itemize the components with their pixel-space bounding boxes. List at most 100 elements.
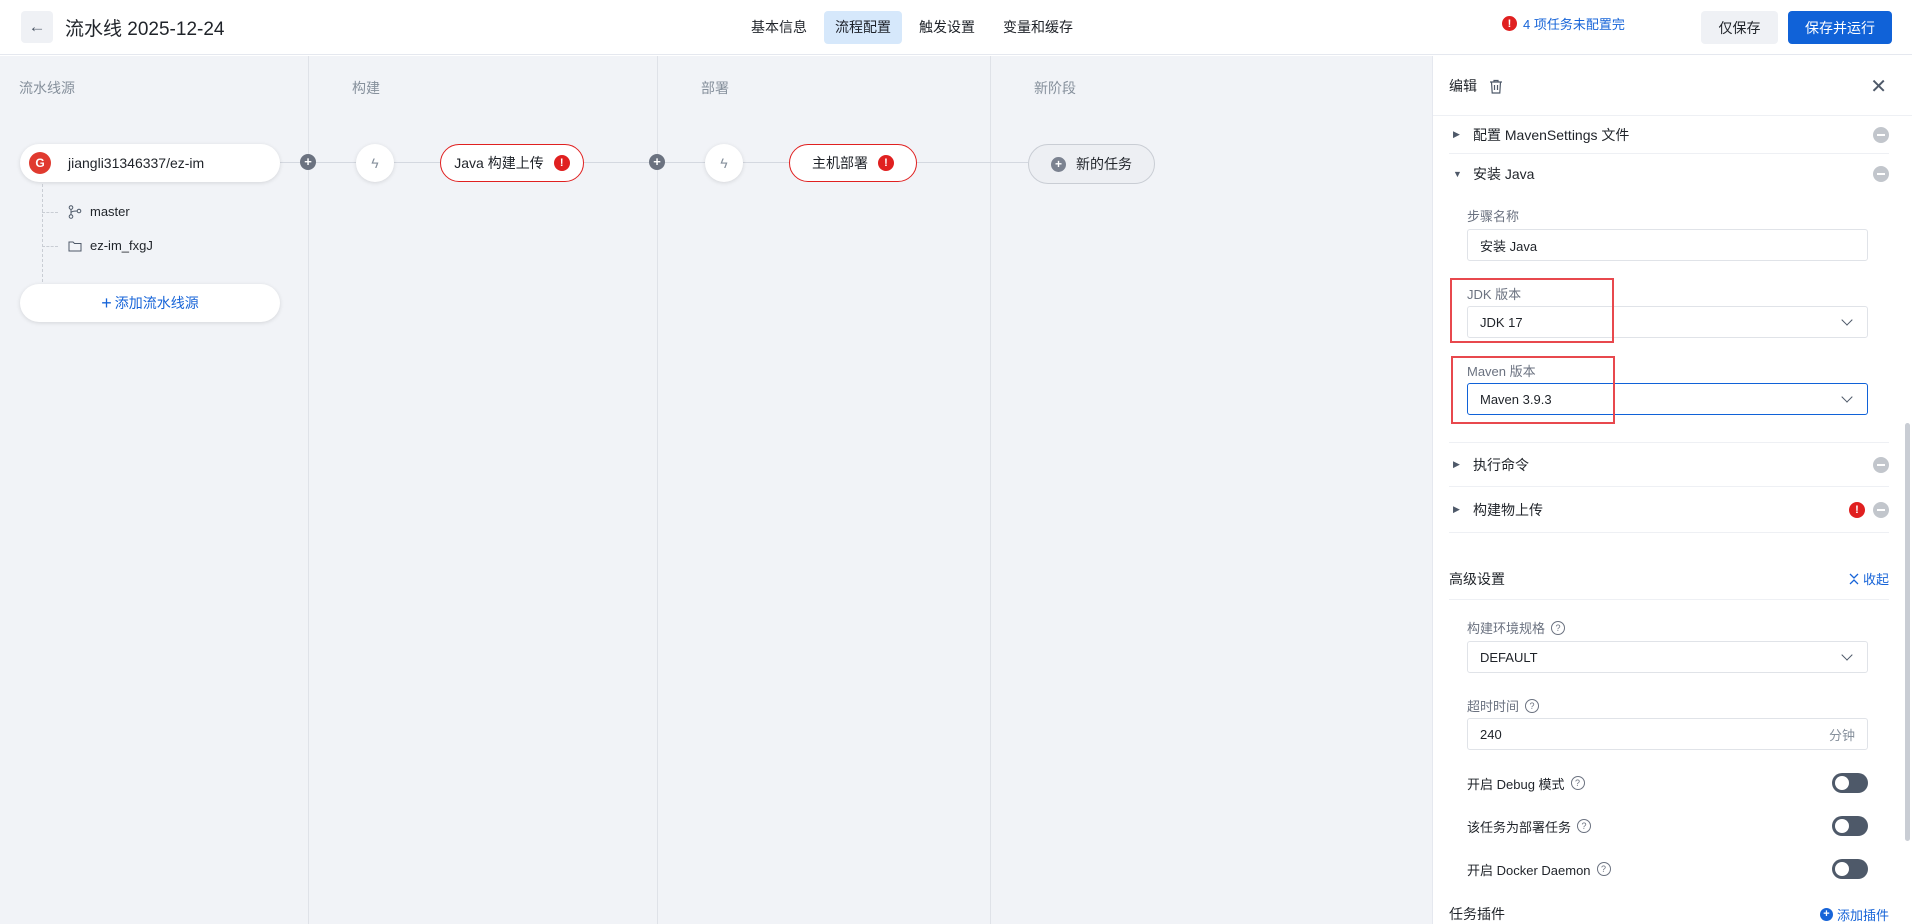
tab-variables-cache[interactable]: 变量和缓存 <box>992 11 1084 44</box>
error-icon: ! <box>878 155 894 171</box>
panel-title-text: 编辑 <box>1449 78 1477 94</box>
error-icon: ! <box>1849 501 1865 518</box>
caret-right-icon: ▶ <box>1453 504 1460 514</box>
new-task-label: 新的任务 <box>1076 156 1132 172</box>
stage-divider <box>308 56 309 924</box>
stage-title-source: 流水线源 <box>19 80 75 96</box>
top-bar: ← 流水线 2025-12-24 基本信息 流程配置 触发设置 变量和缓存 ! … <box>0 0 1912 55</box>
parallel-task-bolt-icon[interactable]: ϟ <box>356 144 394 182</box>
task-plugins-header: 任务插件 + 添加插件 <box>1449 904 1889 924</box>
connector-line <box>917 162 1028 163</box>
pipeline-source-card[interactable]: G jiangli31346337/ez-im <box>20 144 280 182</box>
docker-daemon-label: 开启 Docker Daemon <box>1467 862 1591 878</box>
remove-step-icon[interactable] <box>1873 501 1889 518</box>
panel-header: 编辑 ✕ <box>1433 56 1912 116</box>
highlight-box <box>1450 278 1614 343</box>
env-spec-label-text: 构建环境规格 <box>1467 621 1546 636</box>
advanced-settings-header: 高级设置 收起 <box>1449 569 1889 589</box>
deploy-task-row: 该任务为部署任务? <box>1467 815 1868 837</box>
remove-step-icon[interactable] <box>1873 166 1889 182</box>
stage-title-deploy[interactable]: 部署 <box>701 78 729 98</box>
step-label: 配置 MavenSettings 文件 <box>1473 126 1630 143</box>
chevron-down-icon <box>1841 314 1853 326</box>
parallel-task-bolt-icon[interactable]: ϟ <box>705 144 743 182</box>
add-stage-plus-icon[interactable]: + <box>300 154 316 170</box>
deploy-task-toggle[interactable] <box>1832 816 1868 836</box>
help-icon[interactable]: ? <box>1525 698 1540 713</box>
tab-trigger-settings[interactable]: 触发设置 <box>908 11 986 44</box>
debug-mode-toggle[interactable] <box>1832 773 1868 793</box>
caret-down-icon: ▼ <box>1453 169 1462 179</box>
step-maven-settings[interactable]: ▶ 配置 MavenSettings 文件 <box>1449 116 1889 154</box>
debug-mode-label: 开启 Debug 模式 <box>1467 776 1565 792</box>
deploy-task-label: 该任务为部署任务 <box>1467 819 1572 835</box>
collapse-button[interactable]: 收起 <box>1849 569 1889 588</box>
advanced-settings-title: 高级设置 <box>1449 571 1505 587</box>
panel-scrollbar[interactable] <box>1905 423 1910 841</box>
step-name-label: 步骤名称 <box>1467 209 1520 224</box>
plus-circle-icon: + <box>1819 907 1833 921</box>
add-source-label: 添加流水线源 <box>114 295 199 311</box>
add-plugin-button[interactable]: + 添加插件 <box>1819 904 1889 924</box>
help-icon[interactable]: ? <box>1596 862 1611 876</box>
timeout-label: 超时时间 ? <box>1467 696 1540 715</box>
panel-title: 编辑 <box>1449 76 1503 96</box>
warning-text: 4 项任务未配置完 <box>1523 17 1625 32</box>
error-icon: ! <box>553 155 570 171</box>
step-name-value: 安装 Java <box>1480 238 1538 254</box>
task-java-build[interactable]: Java 构建上传 ! <box>440 144 584 182</box>
debug-mode-row: 开启 Debug 模式? <box>1467 772 1868 794</box>
timeout-value: 240 <box>1480 726 1502 742</box>
step-label: 安装 Java <box>1473 166 1535 182</box>
remove-step-icon[interactable] <box>1873 456 1889 473</box>
timeout-label-text: 超时时间 <box>1467 699 1520 714</box>
help-icon[interactable]: ? <box>1551 620 1566 635</box>
connector-line <box>280 162 356 163</box>
source-folder: ez-im_fxgJ <box>68 238 153 253</box>
highlight-box <box>1451 356 1615 424</box>
help-icon[interactable]: ? <box>1577 819 1592 833</box>
back-arrow-icon[interactable]: ← <box>21 11 53 43</box>
new-task-button[interactable]: + 新的任务 <box>1028 144 1155 184</box>
task-plugins-title: 任务插件 <box>1449 906 1505 922</box>
step-exec-command[interactable]: ▶ 执行命令 <box>1449 443 1889 487</box>
connector-line <box>743 162 789 163</box>
branch-name: master <box>90 204 130 219</box>
source-branch: master <box>68 204 130 219</box>
caret-right-icon: ▶ <box>1453 459 1460 469</box>
close-icon[interactable]: ✕ <box>1870 74 1887 99</box>
folder-icon <box>68 241 82 251</box>
gitee-logo-icon: G <box>29 152 51 174</box>
task-label: Java 构建上传 <box>454 155 544 171</box>
help-icon[interactable]: ? <box>1570 776 1585 790</box>
timeout-input[interactable]: 240 分钟 <box>1467 718 1868 750</box>
stage-title-build[interactable]: 构建 <box>352 78 380 98</box>
remove-step-icon[interactable] <box>1873 126 1889 143</box>
step-artifact-upload[interactable]: ▶ 构建物上传 ! <box>1449 487 1889 533</box>
save-only-button[interactable]: 仅保存 <box>1701 11 1778 44</box>
env-spec-select[interactable]: DEFAULT <box>1467 641 1868 673</box>
alert-icon: ! <box>1502 16 1517 31</box>
unconfigured-warning[interactable]: ! 4 项任务未配置完 <box>1502 14 1625 33</box>
step-name-input[interactable]: 安装 Java <box>1467 229 1868 261</box>
stage-title-new[interactable]: 新阶段 <box>1034 78 1076 98</box>
trash-icon[interactable] <box>1489 79 1503 94</box>
divider <box>1449 599 1889 600</box>
tab-basic-info[interactable]: 基本信息 <box>740 11 818 44</box>
tab-flow-config[interactable]: 流程配置 <box>824 11 902 44</box>
config-tabs: 基本信息 流程配置 触发设置 变量和缓存 <box>740 11 1084 44</box>
add-stage-plus-icon[interactable]: + <box>649 154 665 170</box>
docker-daemon-toggle[interactable] <box>1832 859 1868 879</box>
tree-connector <box>42 212 58 213</box>
connector-line <box>394 162 440 163</box>
branch-icon <box>68 204 82 219</box>
save-and-run-button[interactable]: 保存并运行 <box>1788 11 1892 44</box>
task-host-deploy[interactable]: 主机部署 ! <box>789 144 917 182</box>
step-install-java[interactable]: ▼ 安装 Java <box>1449 154 1889 194</box>
add-source-button[interactable]: + 添加流水线源 <box>20 284 280 322</box>
plus-icon: + <box>1051 156 1066 172</box>
folder-name: ez-im_fxgJ <box>90 238 153 253</box>
collapse-label: 收起 <box>1862 572 1889 587</box>
pipeline-canvas: 流水线源 构建 部署 新阶段 G jiangli31346337/ez-im m… <box>0 56 1432 924</box>
step-label: 构建物上传 <box>1473 501 1543 518</box>
